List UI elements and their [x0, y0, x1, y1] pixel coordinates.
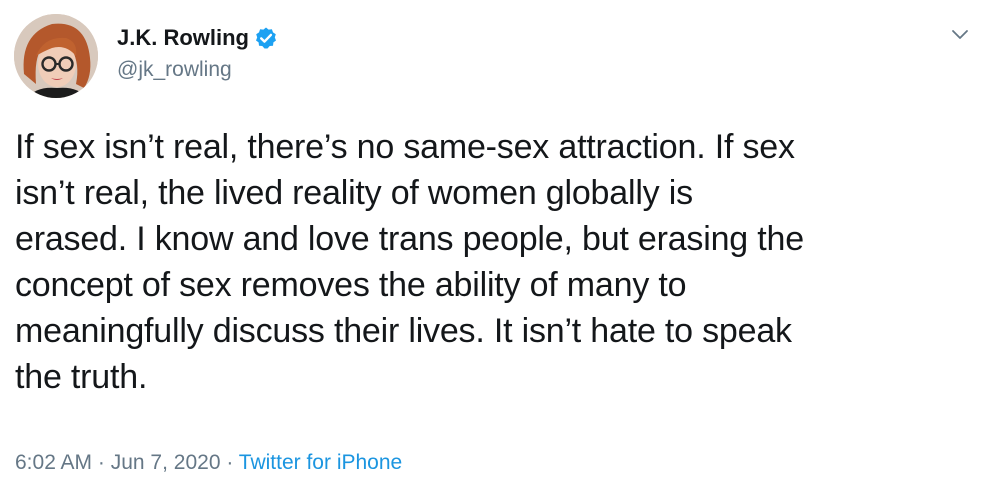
tweet-text-line: isn’t real, the lived reality of women g… [15, 174, 693, 212]
tweet-card: J.K. Rowling @jk_rowling If sex isn’t re… [0, 0, 993, 491]
avatar-image [14, 14, 98, 98]
tweet-time[interactable]: 6:02 AM [15, 451, 92, 474]
tweet-text-line: If sex isn’t real, there’s no same-sex a… [15, 128, 795, 166]
meta-separator: · [92, 451, 111, 474]
tweet-date[interactable]: Jun 7, 2020 [111, 451, 221, 474]
tweet-text-line: erased. I know and love trans people, bu… [15, 220, 804, 258]
chevron-down-icon [951, 28, 969, 46]
display-name[interactable]: J.K. Rowling [117, 25, 249, 51]
name-row: J.K. Rowling [117, 22, 278, 54]
author-block: J.K. Rowling @jk_rowling [117, 22, 278, 82]
tweet-source-link[interactable]: Twitter for iPhone [239, 451, 402, 474]
tweet-menu-button[interactable] [943, 22, 977, 52]
tweet-text-line: meaningfully discuss their lives. It isn… [15, 312, 792, 350]
verified-badge-icon [254, 26, 278, 50]
tweet-text-line: concept of sex removes the ability of ma… [15, 266, 687, 304]
tweet-text: If sex isn’t real, there’s no same-sex a… [15, 124, 980, 400]
tweet-text-line: the truth. [15, 358, 148, 396]
tweet-meta: 6:02 AM · Jun 7, 2020 · Twitter for iPho… [15, 451, 402, 475]
meta-separator: · [220, 451, 239, 474]
avatar[interactable] [14, 14, 98, 98]
handle[interactable]: @jk_rowling [117, 58, 278, 82]
